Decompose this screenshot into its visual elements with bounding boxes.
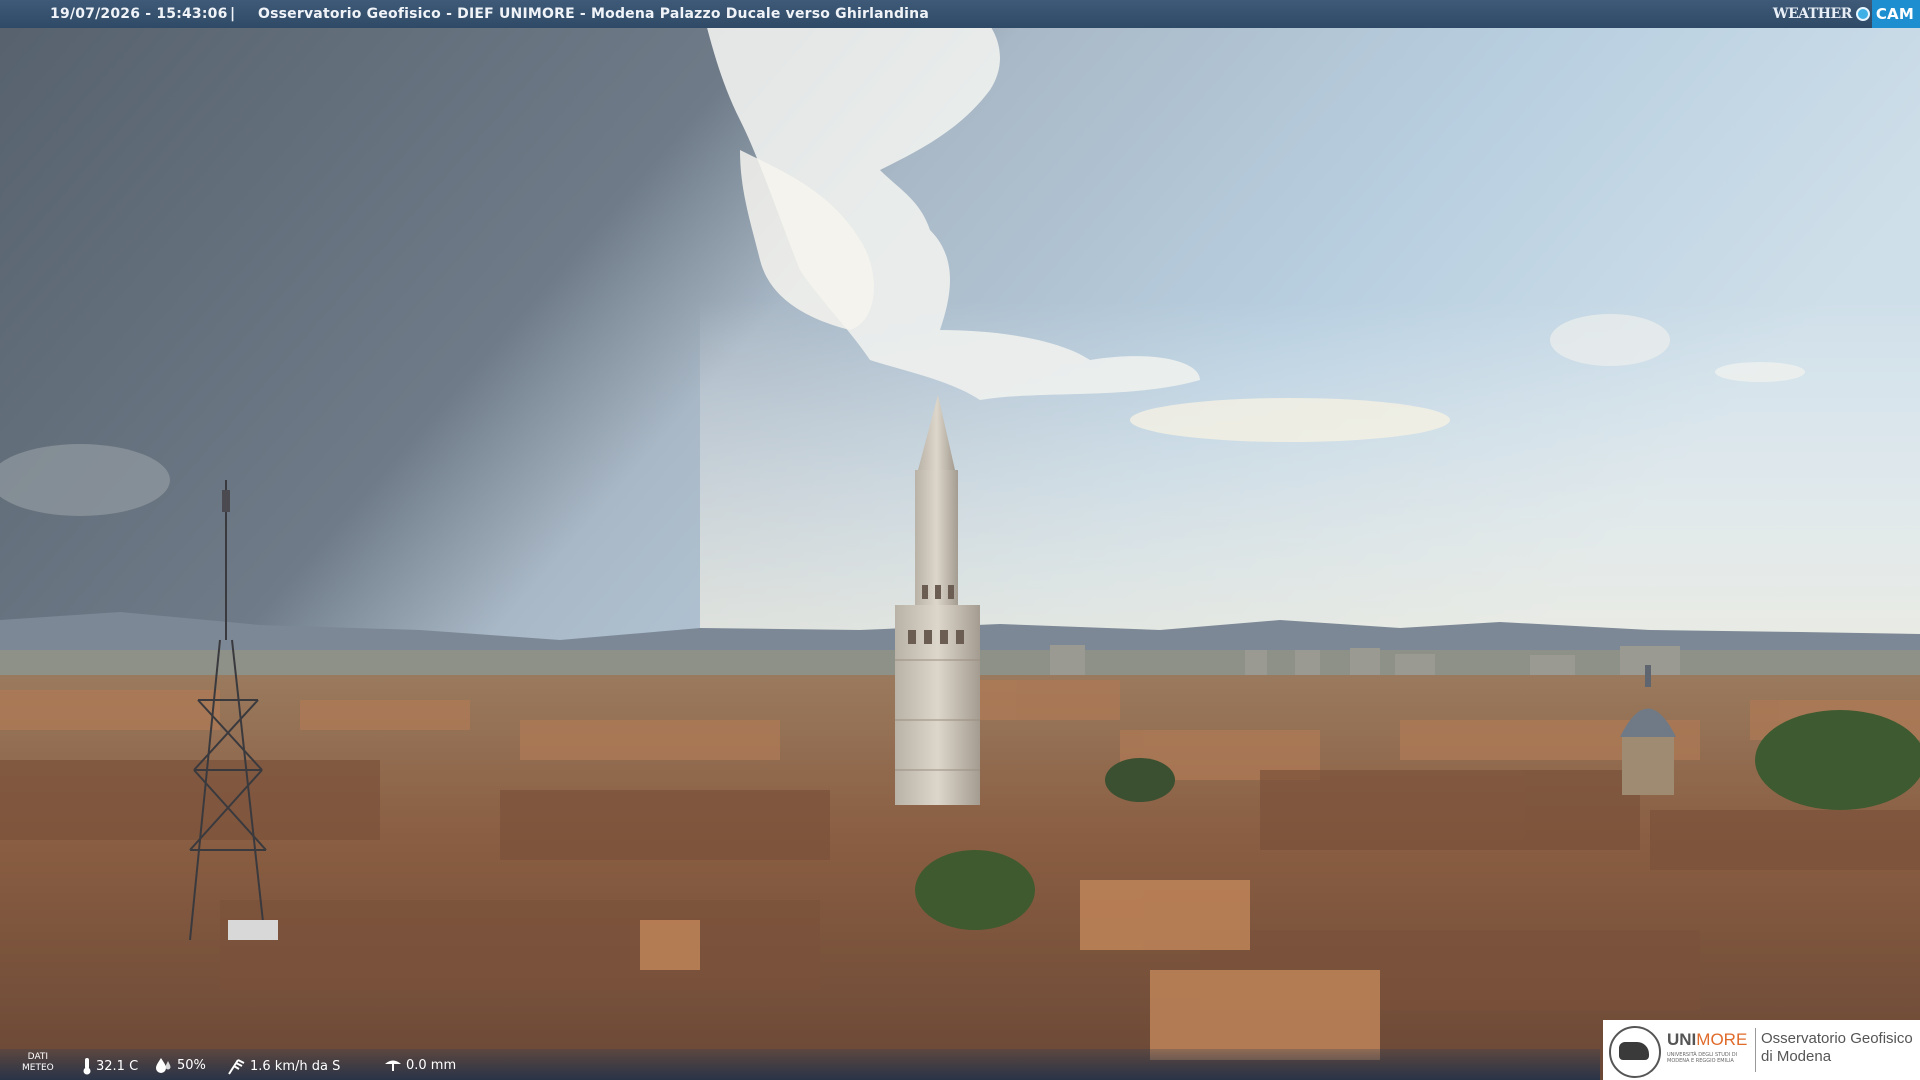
weather-data-label-line2: METEO — [22, 1063, 54, 1073]
humidity-drop-icon — [156, 1058, 171, 1073]
timestamp: 19/07/2026 - 15:43:06 — [50, 6, 228, 22]
header-bar: 19/07/2026 - 15:43:06 | Osservatorio Geo… — [0, 0, 1920, 28]
webcam-scene — [0, 0, 1920, 1080]
humidity-value: 50% — [177, 1057, 206, 1073]
unimore-prefix: UNI — [1667, 1030, 1697, 1049]
weathercam-logo: WEATHER CAM — [1767, 0, 1920, 28]
rain-value: 0.0 mm — [406, 1057, 457, 1073]
camera-title: Osservatorio Geofisico - DIEF UNIMORE - … — [258, 6, 929, 22]
header-separator: | — [230, 6, 236, 22]
unimore-seal-icon — [1609, 1026, 1661, 1078]
observatory-name-line2: di Modena — [1761, 1048, 1832, 1065]
temperature-value: 32.1 C — [96, 1058, 139, 1074]
wind-value: 1.6 km/h da S — [250, 1058, 341, 1074]
weathercam-logo-left: WEATHER — [1772, 6, 1852, 22]
weathercam-logo-right: CAM — [1871, 0, 1920, 28]
unimore-suffix: MORE — [1696, 1030, 1748, 1049]
weather-data-label: DATI METEO — [22, 1052, 54, 1074]
rain-gauge-icon — [385, 1060, 401, 1071]
unimore-subtitle-line2: MODENA E REGGIO EMILIA — [1667, 1058, 1734, 1064]
thermometer-icon — [83, 1058, 91, 1075]
observatory-name: Osservatorio Geofisico di Modena — [1761, 1030, 1913, 1066]
weather-data-bar: DATI METEO 32.1 C 50% 1.6 km/h da S 0.0 … — [0, 1049, 1600, 1080]
observatory-name-line1: Osservatorio Geofisico — [1761, 1030, 1913, 1047]
temperature-reading: 32.1 C — [82, 1057, 138, 1075]
unimore-wordmark: UNIMORE — [1667, 1030, 1747, 1050]
unimore-logo-box: UNIMORE UNIVERSITÀ DEGLI STUDI DI MODENA… — [1603, 1020, 1920, 1080]
logo-divider — [1755, 1028, 1756, 1072]
rain-reading: 0.0 mm — [384, 1057, 456, 1073]
unimore-subtitle: UNIVERSITÀ DEGLI STUDI DI MODENA E REGGI… — [1667, 1052, 1737, 1064]
weathercam-dot-icon — [1855, 7, 1870, 21]
humidity-reading: 50% — [155, 1057, 206, 1073]
weather-data-label-line1: DATI — [27, 1052, 49, 1062]
wind-icon — [228, 1059, 245, 1075]
wind-reading: 1.6 km/h da S — [226, 1057, 340, 1075]
